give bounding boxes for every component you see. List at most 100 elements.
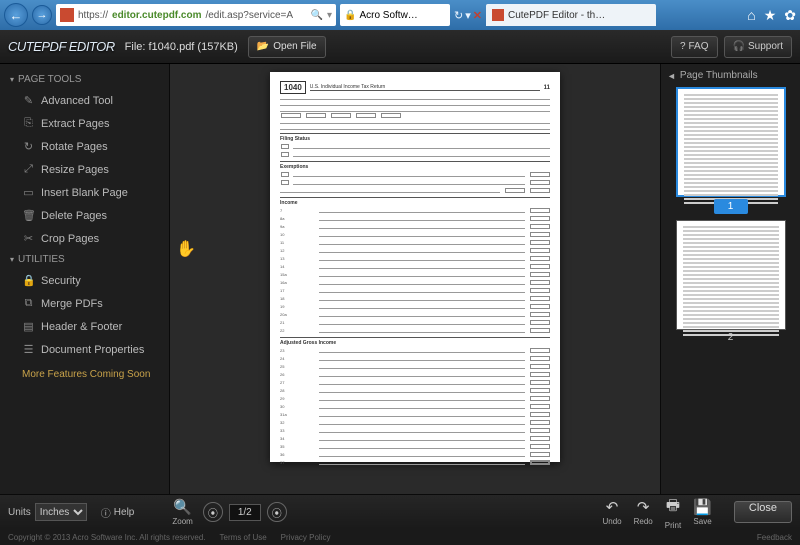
sidebar-item[interactable]: 🔒Security [0,269,169,292]
prev-page-button[interactable]: ⦿ [203,502,223,522]
sidebar-item[interactable]: ✂ Crop Pages [0,227,169,250]
tab-favicon-icon [492,9,504,21]
sidebar-item[interactable]: ⎘Extract Pages [0,112,169,135]
sidebar-section-pagetools[interactable]: PAGE TOOLS [0,70,169,89]
page-indicator[interactable]: 1/2 [229,504,261,521]
sidebar-item-label: Insert Blank Page [41,187,128,199]
help-button[interactable]: ⓘ Help [101,505,135,520]
folder-icon: 📂 [257,41,269,52]
sidebar-item-label: Advanced Tool [41,95,113,107]
main-area: PAGE TOOLS ✎Advanced Tool⎘Extract Pages↻… [0,64,800,494]
support-button[interactable]: 🎧 Support [724,36,792,58]
close-button[interactable]: Close [734,501,792,523]
faq-button[interactable]: ? FAQ [671,36,718,58]
tool-icon: ▤ [22,320,35,333]
page-canvas[interactable]: ✋ 1040 U.S. Individual Income Tax Return… [170,64,660,494]
dropdown-icon[interactable]: ▾ [465,9,471,22]
units-control: Units Inches [8,503,87,521]
browser-tab[interactable]: CutePDF Editor - th… [486,4,656,26]
thumbnails-panel: ◄ Page Thumbnails 1 2 [660,64,800,494]
open-file-label: Open File [273,41,316,52]
lock-icon: 🔒 [344,10,356,21]
sidebar-item-label: Resize Pages [41,164,109,176]
save-icon: 💾 [693,498,712,516]
tool-icon: ✎ [22,94,35,107]
terms-link[interactable]: Terms of Use [220,533,267,542]
tool-icon: ⎘ [22,117,35,130]
print-button[interactable]: 🖶Print [665,495,681,530]
magnifier-icon: 🔍 [173,498,192,516]
tool-icon: ↻ [22,140,35,153]
search-icon[interactable]: 🔍 [311,10,323,21]
undo-button[interactable]: ↶Undo [602,498,621,526]
thumbnails-header[interactable]: ◄ Page Thumbnails [667,70,794,87]
refresh-controls: ↻ ▾ ✕ [454,9,482,22]
privacy-link[interactable]: Privacy Policy [281,533,331,542]
sidebar-item[interactable]: ☰ Document Properties [0,338,169,361]
open-file-button[interactable]: 📂 Open File [248,36,326,58]
sidebar-item[interactable]: ▭ Insert Blank Page [0,181,169,204]
tool-icon: ✂ [22,232,35,245]
sidebar-item[interactable]: 🗑 Delete Pages [0,204,169,227]
sidebar-item[interactable]: ▤ Header & Footer [0,315,169,338]
redo-button[interactable]: ↷Redo [634,498,653,526]
support-icon: 🎧 [733,41,745,52]
browser-toolbar-icons: ⌂ ★ ✿ [747,7,796,24]
form-number: 1040 [280,81,306,94]
thumbnail-image [676,220,786,330]
help-icon: ⓘ [101,505,111,520]
url-host: editor.cutepdf.com [112,10,201,21]
collapse-icon: ◄ [667,71,676,81]
print-icon: 🖶 [666,495,680,520]
home-icon[interactable]: ⌂ [747,7,755,24]
favorites-icon[interactable]: ★ [764,7,777,24]
next-page-button[interactable]: ⦿ [267,502,287,522]
refresh-icon[interactable]: ↻ [454,9,463,22]
sidebar-item[interactable]: ✎ Advanced Tool [0,89,169,112]
sidebar-item-label: Crop Pages [41,233,99,245]
tool-icon: 🗑 [22,209,35,222]
units-select[interactable]: Inches [35,503,87,521]
hand-cursor-icon: ✋ [176,239,196,259]
app-logo: CUTEPDF EDITOR [8,39,115,54]
sidebar-item-label: Header & Footer [41,321,122,333]
page-thumbnail[interactable]: 1 [676,87,786,214]
sidebar-item[interactable]: ↻ Rotate Pages [0,135,169,158]
file-name-label: File: f1040.pdf (157KB) [125,41,238,53]
search-provider-tab[interactable]: 🔒 Acro Softw… [340,4,450,26]
forward-button[interactable]: → [32,5,52,25]
feedback-link[interactable]: Feedback [757,533,792,542]
tool-icon: ⤢ [22,163,35,176]
back-button[interactable]: ← [4,3,28,27]
tool-icon: ⧉ [22,297,35,310]
stop-icon[interactable]: ✕ [473,9,482,22]
tool-icon: ▭ [22,186,35,199]
copyright: Copyright © 2013 Acro Software Inc. All … [8,533,206,542]
footer: Copyright © 2013 Acro Software Inc. All … [0,529,800,545]
sidebar-item-label: Document Properties [41,344,144,356]
sidebar-section-utilities[interactable]: UTILITIES [0,250,169,269]
url-path: /edit.asp?service=A [205,10,293,21]
favicon-icon [60,8,74,22]
url-protocol: https:// [78,10,108,21]
search-label: Acro Softw… [359,10,417,21]
sidebar-item[interactable]: ⧉Merge PDFs [0,292,169,315]
thumbnail-label: 1 [714,199,748,214]
address-bar[interactable]: https:// editor.cutepdf.com /edit.asp?se… [56,4,336,26]
sidebar: PAGE TOOLS ✎Advanced Tool⎘Extract Pages↻… [0,64,170,494]
page-thumbnail[interactable]: 2 [676,220,786,345]
tools-icon[interactable]: ✿ [784,7,796,24]
undo-icon: ↶ [606,498,619,516]
sidebar-item[interactable]: ⤢ Resize Pages [0,158,169,181]
page-navigator: ⦿ 1/2 ⦿ [203,502,287,522]
tool-icon: ☰ [22,343,35,356]
bottom-toolbar: Units Inches ⓘ Help 🔍 Zoom ⦿ 1/2 ⦿ ↶Undo… [0,494,800,529]
save-button[interactable]: 💾Save [693,498,712,526]
thumbnail-image [676,87,786,197]
thumbnail-label: 2 [676,330,786,345]
browser-chrome: ← → https:// editor.cutepdf.com /edit.as… [0,0,800,30]
sidebar-item-label: Delete Pages [41,210,107,222]
form-title: U.S. Individual Income Tax Return [310,84,540,91]
sidebar-item-label: Rotate Pages [41,141,108,153]
zoom-button[interactable]: 🔍 Zoom [172,498,192,526]
